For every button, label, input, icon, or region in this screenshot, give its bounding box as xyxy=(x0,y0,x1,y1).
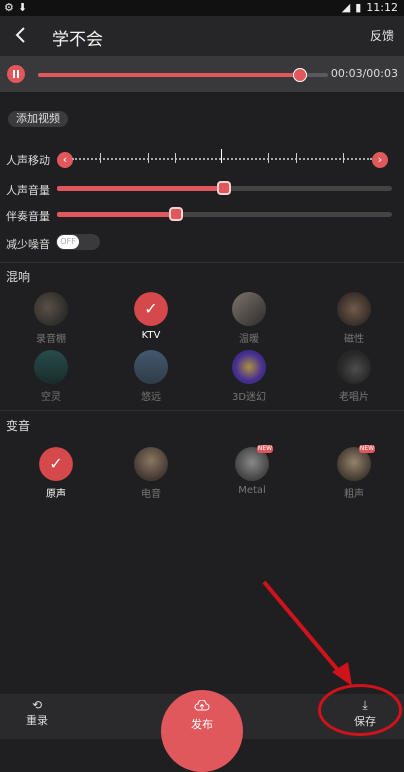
check-icon: ✓ xyxy=(134,292,168,326)
notification-icon: ⚙ xyxy=(4,1,14,14)
voice-item-label: 粗声 xyxy=(344,489,364,500)
reverb-item-label: 录音棚 xyxy=(36,334,66,345)
noise-reduction-toggle[interactable]: OFF xyxy=(56,234,100,250)
annotation-arrow xyxy=(262,580,352,686)
voice-item-label: 电音 xyxy=(141,489,161,500)
vocal-shift-scale[interactable] xyxy=(72,158,372,162)
reverb-item-old-record[interactable]: 老唱片 xyxy=(314,350,394,403)
divider xyxy=(0,262,404,263)
rerecord-icon: ⟲ xyxy=(31,698,43,712)
voice-item-label: 原声 xyxy=(46,489,66,500)
reverb-item-3d[interactable]: 3D迷幻 xyxy=(209,350,289,403)
upload-cloud-icon xyxy=(194,700,210,711)
reverb-item-label: 悠远 xyxy=(141,392,161,403)
playback-progress-fill xyxy=(38,73,300,77)
status-bar: ⚙ ⬇ ◢ ▮ 11:12 xyxy=(0,0,404,16)
scale-tick xyxy=(343,153,344,163)
scale-tick xyxy=(175,153,176,163)
vocal-volume-fill xyxy=(57,186,224,191)
battery-icon: ▮ xyxy=(355,1,362,14)
reverb-item-studio[interactable]: 录音棚 xyxy=(11,292,91,345)
annotation-circle xyxy=(318,684,402,736)
vocal-shift-indicator[interactable] xyxy=(221,149,222,163)
reverb-item-label: 老唱片 xyxy=(339,392,369,403)
checkmark: ✓ xyxy=(134,292,168,326)
playback-time: 00:03/00:03 xyxy=(330,67,398,80)
reverb-item-ethereal[interactable]: 空灵 xyxy=(11,350,91,403)
publish-button[interactable]: 发布 xyxy=(161,690,243,772)
reverb-item-label: KTV xyxy=(141,330,161,341)
vocal-shift-right-button[interactable]: › xyxy=(372,152,388,168)
voice-item-metal[interactable]: NEW Metal xyxy=(212,445,292,496)
check-icon: ✓ xyxy=(39,447,73,481)
back-icon[interactable] xyxy=(10,24,32,46)
voice-item-original[interactable]: ✓ 原声 xyxy=(16,447,96,500)
scale-tick xyxy=(100,153,101,163)
rerecord-label: 重录 xyxy=(26,714,48,727)
new-badge: NEW xyxy=(359,445,375,453)
vocal-shift-left-button[interactable]: ‹ xyxy=(57,152,73,168)
reverb-item-distant[interactable]: 悠远 xyxy=(111,350,191,403)
reverb-item-warm[interactable]: 温暖 xyxy=(209,292,289,345)
reverb-item-label: 3D迷幻 xyxy=(231,392,267,403)
feedback-button[interactable]: 反馈 xyxy=(370,27,394,44)
divider xyxy=(0,410,404,411)
electric-guitar-icon xyxy=(134,447,168,481)
vocal-volume-slider[interactable] xyxy=(57,181,392,195)
player-bar: 00:03/00:03 xyxy=(0,56,404,92)
publish-label: 发布 xyxy=(191,718,213,731)
voice-item-rough[interactable]: NEW 粗声 xyxy=(314,445,394,500)
psychedelic-icon xyxy=(232,350,266,384)
reverb-item-label: 温暖 xyxy=(239,334,259,345)
reverb-title: 混响 xyxy=(6,270,31,284)
scale-tick xyxy=(296,153,297,163)
wifi-icon: ◢ xyxy=(341,1,351,14)
download-icon: ⬇ xyxy=(17,1,28,14)
scale-tick xyxy=(148,153,149,163)
reverb-item-magnetic[interactable]: 磁性 xyxy=(314,292,394,345)
vocal-volume-label: 人声音量 xyxy=(6,184,50,197)
checkmark: ✓ xyxy=(39,447,73,481)
accompaniment-volume-label: 伴奏音量 xyxy=(6,210,50,223)
new-badge: NEW xyxy=(257,445,273,453)
accompaniment-volume-slider[interactable] xyxy=(57,207,392,221)
playback-knob[interactable] xyxy=(293,68,307,82)
accompaniment-volume-knob[interactable] xyxy=(169,207,183,221)
voice-item-electric[interactable]: 电音 xyxy=(111,447,191,500)
add-video-button[interactable]: 添加视频 xyxy=(8,111,68,127)
toggle-state: OFF xyxy=(57,235,79,249)
record-icon xyxy=(337,350,371,384)
studio-mic-icon xyxy=(34,292,68,326)
piano-icon xyxy=(232,292,266,326)
accompaniment-volume-fill xyxy=(57,212,177,217)
page-title: 学不会 xyxy=(52,30,103,50)
birds-icon xyxy=(134,350,168,384)
status-time: 11:12 xyxy=(366,1,398,14)
pause-button[interactable] xyxy=(7,65,25,83)
reverb-item-label: 磁性 xyxy=(344,334,364,345)
guitar-icon xyxy=(337,292,371,326)
scale-tick xyxy=(268,153,269,163)
playback-progress[interactable] xyxy=(38,68,328,82)
voice-item-label: Metal xyxy=(238,485,266,496)
vocal-shift-label: 人声移动 xyxy=(6,154,50,167)
reverb-item-label: 空灵 xyxy=(41,392,61,403)
vocal-volume-knob[interactable] xyxy=(217,181,231,195)
noise-reduction-label: 减少噪音 xyxy=(6,238,50,251)
reverb-item-ktv[interactable]: ✓ KTV xyxy=(111,292,191,341)
header: 学不会 反馈 xyxy=(0,16,404,56)
forest-icon xyxy=(34,350,68,384)
rerecord-button[interactable]: ⟲ 重录 xyxy=(17,698,57,728)
voice-change-title: 变音 xyxy=(6,419,31,433)
